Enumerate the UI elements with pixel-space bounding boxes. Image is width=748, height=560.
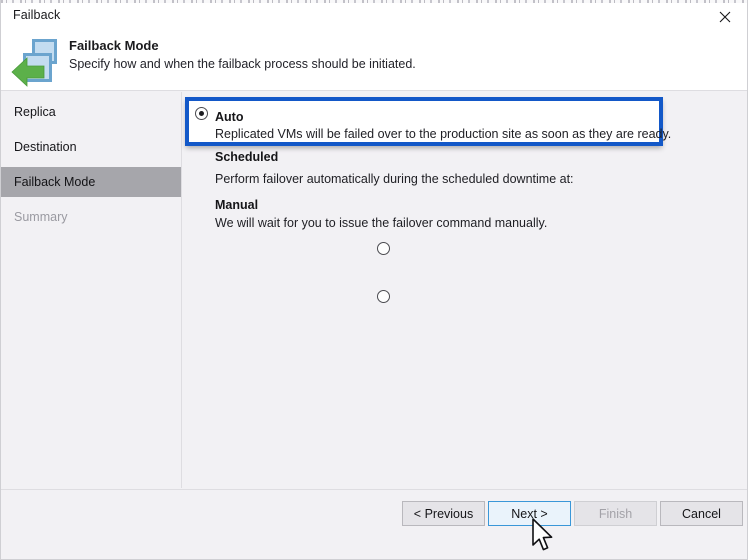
failback-wizard-window: Failback Failback Mode Specify how and w…	[0, 0, 748, 560]
sidebar-item-label: Summary	[14, 210, 67, 224]
next-button[interactable]: Next >	[488, 501, 571, 526]
cancel-button[interactable]: Cancel	[660, 501, 743, 526]
title-bar: Failback	[1, 3, 747, 31]
window-title: Failback	[13, 8, 60, 22]
sidebar-item-failback-mode[interactable]: Failback Mode	[1, 167, 181, 197]
radio-auto[interactable]	[195, 107, 208, 120]
failback-wizard-icon	[10, 33, 66, 89]
page-subtitle: Specify how and when the failback proces…	[69, 57, 416, 71]
close-icon[interactable]	[702, 3, 747, 30]
option-description-auto: Replicated VMs will be failed over to th…	[215, 127, 671, 141]
radio-manual[interactable]	[377, 290, 390, 303]
option-description-manual: We will wait for you to issue the failov…	[215, 216, 547, 230]
option-label-manual[interactable]: Manual	[215, 198, 258, 212]
finish-button: Finish	[574, 501, 657, 526]
radio-scheduled[interactable]	[377, 242, 390, 255]
sidebar-item-label: Failback Mode	[14, 175, 95, 189]
option-description-scheduled: Perform failover automatically during th…	[215, 172, 574, 186]
sidebar-item-summary: Summary	[1, 202, 181, 232]
page-title: Failback Mode	[69, 38, 159, 53]
sidebar-item-label: Destination	[14, 140, 77, 154]
wizard-step-sidebar: Replica Destination Failback Mode Summar…	[1, 92, 182, 488]
sidebar-item-replica[interactable]: Replica	[1, 97, 181, 127]
sidebar-item-destination[interactable]: Destination	[1, 132, 181, 162]
wizard-footer: < Previous Next > Finish Cancel	[1, 489, 747, 559]
option-label-scheduled[interactable]: Scheduled	[215, 150, 278, 164]
wizard-header: Failback Mode Specify how and when the f…	[1, 31, 747, 91]
previous-button[interactable]: < Previous	[402, 501, 485, 526]
sidebar-item-label: Replica	[14, 105, 56, 119]
option-label-auto[interactable]: Auto	[215, 110, 243, 124]
